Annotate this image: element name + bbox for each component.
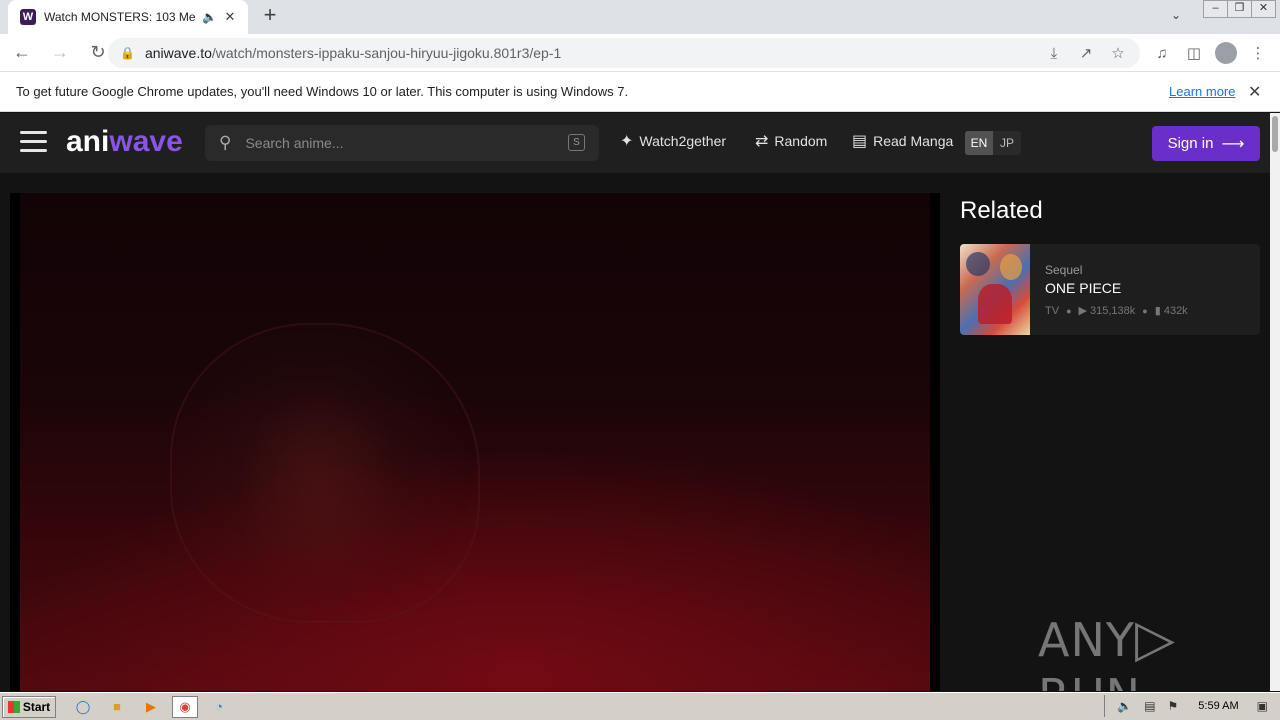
bookmark-star-icon[interactable]: ☆ (1102, 44, 1134, 62)
windows-taskbar: Start ◯ ■ ▶ ◉ ◔ 🔈 ▤ ⚑ 5:59 AM ▣ (0, 692, 1280, 720)
tab-strip: W Watch MONSTERS: 103 Mercies 🔈 ✕ + ⌄ – … (0, 0, 1280, 34)
window-close-button[interactable]: ✕ (1251, 0, 1276, 18)
related-heading: Related (960, 197, 1043, 224)
clock[interactable]: 5:59 AM (1198, 700, 1238, 712)
tab-title: Watch MONSTERS: 103 Mercies (44, 10, 196, 24)
related-views: 315,138k (1090, 304, 1136, 317)
nav-random-label: Random (774, 133, 828, 149)
language-toggle: EN JP (965, 131, 1021, 155)
profile-icon[interactable] (1215, 42, 1237, 64)
share-icon[interactable]: ↗ (1070, 44, 1102, 62)
show-desktop-icon[interactable]: ▣ (1257, 699, 1268, 713)
media-control-icon[interactable]: ♫ (1146, 45, 1178, 62)
lang-jp[interactable]: JP (993, 131, 1021, 155)
nav-watch2gether[interactable]: ✦ Watch2gether (620, 131, 726, 151)
aniwave-favicon-icon: W (20, 9, 36, 25)
sign-in-button[interactable]: Sign in ⟶ (1152, 126, 1260, 161)
lock-icon[interactable]: 🔒 (120, 46, 135, 60)
back-arrow-icon[interactable]: ← (6, 37, 38, 69)
infobar-message: To get future Google Chrome updates, you… (16, 84, 629, 99)
video-scene-figure (170, 323, 480, 623)
scrollbar-thumb[interactable] (1272, 116, 1278, 152)
video-player[interactable] (10, 193, 940, 691)
sign-in-label: Sign in (1167, 135, 1214, 152)
url-text[interactable]: aniwave.to/watch/monsters-ippaku-sanjou-… (145, 45, 561, 61)
related-poster[interactable] (960, 244, 1030, 335)
browser-toolbar: ← → ↻ 🔒 aniwave.to/watch/monsters-ippaku… (0, 34, 1280, 72)
install-icon[interactable]: ⤓ (1038, 45, 1070, 62)
logo-part-wave: wave (109, 125, 183, 158)
system-tray: 🔈 ▤ ⚑ 5:59 AM ▣ (1104, 695, 1280, 717)
play-triangle-icon: ▷ (1134, 609, 1176, 669)
logo-part-ani: ani (66, 125, 110, 158)
search-box[interactable]: ⚲ Search anime... S (205, 125, 599, 161)
start-label: Start (22, 699, 51, 714)
site-header: aniwave ⚲ Search anime... S ✦ Watch2geth… (0, 113, 1270, 173)
related-bookmarks: 432k (1163, 304, 1188, 317)
search-placeholder[interactable]: Search anime... (245, 135, 343, 151)
forward-arrow-icon[interactable]: → (44, 37, 76, 69)
close-tab-icon[interactable]: ✕ (224, 9, 236, 25)
related-type: TV (1045, 304, 1060, 317)
start-button[interactable]: Start (2, 695, 56, 718)
learn-more-link[interactable]: Learn more (1169, 84, 1235, 99)
nav-random[interactable]: ⇄ Random (755, 131, 827, 151)
side-panel-icon[interactable]: ◫ (1178, 44, 1210, 62)
kebab-menu-icon[interactable]: ⋮ (1242, 44, 1274, 62)
nav-read-manga-label: Read Manga (873, 133, 954, 149)
internet-explorer-icon[interactable]: ◯ (70, 696, 96, 718)
address-bar[interactable]: 🔒 aniwave.to/watch/monsters-ippaku-sanjo… (108, 38, 1140, 68)
url-path: /watch/monsters-ippaku-sanjou-hiryuu-jig… (211, 45, 562, 61)
play-icon: ▶ (1078, 305, 1091, 317)
action-center-flag-icon[interactable]: ⚑ (1168, 699, 1179, 713)
new-tab-button[interactable]: + (258, 4, 282, 28)
related-item[interactable]: Sequel ONE PIECE TV ● ▶ 315,138k ● ▮ 432… (960, 244, 1260, 335)
network-icon[interactable]: ▤ (1144, 699, 1155, 713)
nav-watch2gether-label: Watch2gether (639, 133, 727, 149)
speaker-icon[interactable]: 🔈 (202, 10, 217, 24)
lang-en[interactable]: EN (965, 131, 993, 155)
related-relation: Sequel (1045, 263, 1083, 277)
search-shortcut-key: S (568, 134, 585, 151)
aniwave-logo[interactable]: aniwave (66, 125, 183, 159)
related-meta: TV ● ▶ 315,138k ● ▮ 432k (1045, 304, 1188, 318)
related-title[interactable]: ONE PIECE (1045, 280, 1121, 296)
book-icon: ▤ (852, 133, 868, 150)
watermark-left: ANY (1038, 613, 1135, 667)
tab-search-chevron-icon[interactable]: ⌄ (1162, 8, 1190, 22)
bookmark-icon: ▮ (1154, 305, 1164, 317)
hamburger-menu-icon[interactable] (20, 131, 47, 153)
arrow-right-icon: ⟶ (1221, 135, 1245, 153)
page-scrollbar[interactable] (1270, 113, 1280, 691)
shuffle-icon: ⇄ (755, 133, 769, 150)
anyrun-watermark: ANY▷RUN (1038, 609, 1270, 691)
windows-flag-icon (7, 700, 20, 713)
video-frame[interactable] (20, 193, 930, 691)
minimize-button[interactable]: – (1203, 0, 1228, 18)
nav-read-manga[interactable]: ▤ Read Manga (852, 131, 953, 151)
watermark-right: RUN (1038, 669, 1141, 691)
aniwave-page: aniwave ⚲ Search anime... S ✦ Watch2geth… (0, 113, 1270, 691)
media-player-icon[interactable]: ▶ (138, 696, 164, 718)
edge-icon[interactable]: ◔ (206, 696, 232, 718)
url-host: aniwave.to (144, 45, 212, 61)
restore-button[interactable]: ❐ (1227, 0, 1252, 18)
share-nodes-icon: ✦ (620, 133, 634, 150)
browser-tab[interactable]: W Watch MONSTERS: 103 Mercies 🔈 ✕ (8, 0, 248, 34)
update-infobar: To get future Google Chrome updates, you… (0, 72, 1280, 112)
file-explorer-icon[interactable]: ■ (104, 696, 130, 718)
volume-icon[interactable]: 🔈 (1117, 699, 1132, 713)
close-infobar-icon[interactable]: ✕ (1248, 82, 1261, 102)
chrome-icon[interactable]: ◉ (172, 695, 198, 718)
search-icon[interactable]: ⚲ (219, 133, 231, 153)
